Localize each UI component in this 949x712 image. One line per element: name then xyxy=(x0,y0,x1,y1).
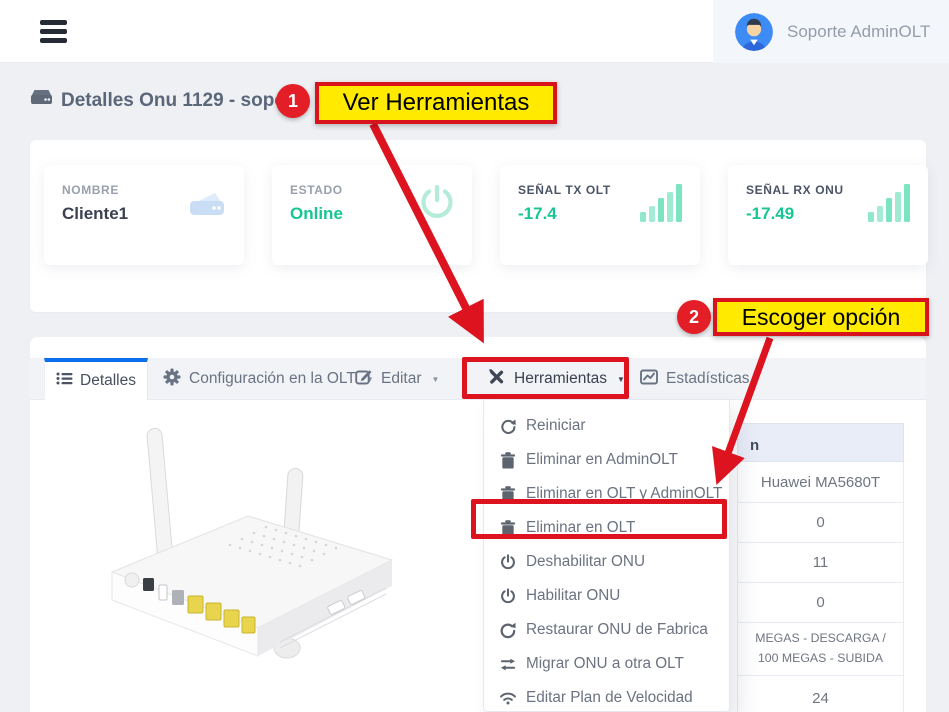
stat-card-senal-tx: SEÑAL TX OLT -17.4 xyxy=(500,165,700,265)
menu-item-label: Reiniciar xyxy=(526,417,586,435)
menu-item-label: Migrar ONU a otra OLT xyxy=(526,655,684,673)
menu-item-migrar-onu[interactable]: Migrar ONU a otra OLT xyxy=(484,647,729,681)
step-badge-2: 2 xyxy=(677,300,711,334)
menu-item-label: Habilitar ONU xyxy=(526,587,620,605)
menu-item-editar-plan[interactable]: Editar Plan de Velocidad xyxy=(484,681,729,712)
trash-icon xyxy=(499,452,517,469)
trash-icon xyxy=(499,520,517,537)
menu-item-label: Eliminar en OLT y AdminOLT xyxy=(526,485,722,503)
onu-info-table: n Huawei MA5680T 0 11 0 MEGAS - DESCARGA… xyxy=(737,423,904,712)
edit-icon xyxy=(355,368,373,390)
power-icon xyxy=(418,183,456,228)
table-cell: 11 xyxy=(737,543,904,583)
table-cell: 24 xyxy=(737,676,904,712)
annotation-text: Ver Herramientas xyxy=(343,89,530,117)
tab-strip: Detalles xyxy=(30,358,926,400)
tab-label: Herramientas xyxy=(514,370,607,388)
badge-number: 1 xyxy=(288,91,298,112)
tab-label: Configuración en la OLT xyxy=(189,370,356,388)
restore-icon xyxy=(499,622,517,639)
badge-number: 2 xyxy=(689,307,699,328)
menu-item-eliminar-adminolt[interactable]: Eliminar en AdminOLT xyxy=(484,443,729,477)
onu-icon xyxy=(30,88,53,113)
tab-estadisticas[interactable]: Estadísticas xyxy=(640,358,750,400)
menu-item-label: Eliminar en AdminOLT xyxy=(526,451,678,469)
stat-card-estado: ESTADO Online xyxy=(272,165,472,265)
chevron-down-icon: ▼ xyxy=(432,375,440,384)
avatar xyxy=(735,13,773,51)
step-badge-1: 1 xyxy=(276,84,310,118)
user-name: Soporte AdminOLT xyxy=(787,22,930,42)
chart-icon xyxy=(640,369,658,390)
wifi-icon xyxy=(499,691,517,705)
page-title: Detalles Onu 1129 - soporte xyxy=(61,90,310,112)
menu-toggle-icon[interactable] xyxy=(40,20,67,47)
trash-icon xyxy=(499,486,517,503)
onu-product-image xyxy=(80,420,420,705)
power-icon xyxy=(499,588,517,605)
list-icon xyxy=(56,371,73,391)
tab-detalles[interactable]: Detalles xyxy=(44,358,148,400)
tab-configuracion-olt[interactable]: Configuración en la OLT ▼ xyxy=(163,358,374,400)
signal-bars-icon xyxy=(638,181,684,230)
herramientas-dropdown-menu: Reiniciar Eliminar en AdminOLT Eliminar … xyxy=(483,400,730,712)
gear-icon xyxy=(163,368,181,391)
menu-item-label: Editar Plan de Velocidad xyxy=(526,689,693,707)
table-cell: 0 xyxy=(737,503,904,543)
menu-item-habilitar-onu[interactable]: Habilitar ONU xyxy=(484,579,729,613)
transfer-icon xyxy=(499,657,517,672)
breadcrumb: Detalles Onu 1129 - soporte xyxy=(30,88,310,113)
annotation-label-1: Ver Herramientas xyxy=(315,82,557,124)
refresh-icon xyxy=(499,418,517,435)
menu-item-eliminar-olt[interactable]: Eliminar en OLT xyxy=(484,511,729,545)
annotation-label-2: Escoger opción xyxy=(713,298,929,336)
router-icon xyxy=(184,189,228,224)
tab-editar[interactable]: Editar ▼ xyxy=(355,358,439,400)
signal-bars-icon xyxy=(866,181,912,230)
table-cell-plan: MEGAS - DESCARGA / 100 MEGAS - SUBIDA xyxy=(737,623,904,676)
menu-item-eliminar-olt-adminolt[interactable]: Eliminar en OLT y AdminOLT xyxy=(484,477,729,511)
chevron-down-icon: ▼ xyxy=(617,375,625,384)
table-cell-olt-model: Huawei MA5680T xyxy=(737,462,904,503)
tab-herramientas[interactable]: Herramientas ▼ xyxy=(487,358,625,400)
table-cell: 0 xyxy=(737,583,904,623)
menu-item-reiniciar[interactable]: Reiniciar xyxy=(484,409,729,443)
menu-item-label: Eliminar en OLT xyxy=(526,519,635,537)
user-menu[interactable]: Soporte AdminOLT xyxy=(713,0,949,63)
menu-item-label: Deshabilitar ONU xyxy=(526,553,645,571)
menu-item-label: Restaurar ONU de Fabrica xyxy=(526,621,708,639)
tab-label: Editar xyxy=(381,370,422,388)
power-icon xyxy=(499,554,517,571)
tab-label: Detalles xyxy=(80,372,136,390)
top-navbar: Soporte AdminOLT xyxy=(0,0,949,63)
table-header: n xyxy=(737,423,904,462)
annotation-text: Escoger opción xyxy=(742,304,901,331)
tools-icon xyxy=(487,368,506,391)
tab-label: Estadísticas xyxy=(666,370,750,388)
stat-card-senal-rx: SEÑAL RX ONU -17.49 xyxy=(728,165,928,265)
stat-card-nombre: NOMBRE Cliente1 xyxy=(44,165,244,265)
menu-item-restaurar-onu[interactable]: Restaurar ONU de Fabrica xyxy=(484,613,729,647)
menu-item-deshabilitar-onu[interactable]: Deshabilitar ONU xyxy=(484,545,729,579)
